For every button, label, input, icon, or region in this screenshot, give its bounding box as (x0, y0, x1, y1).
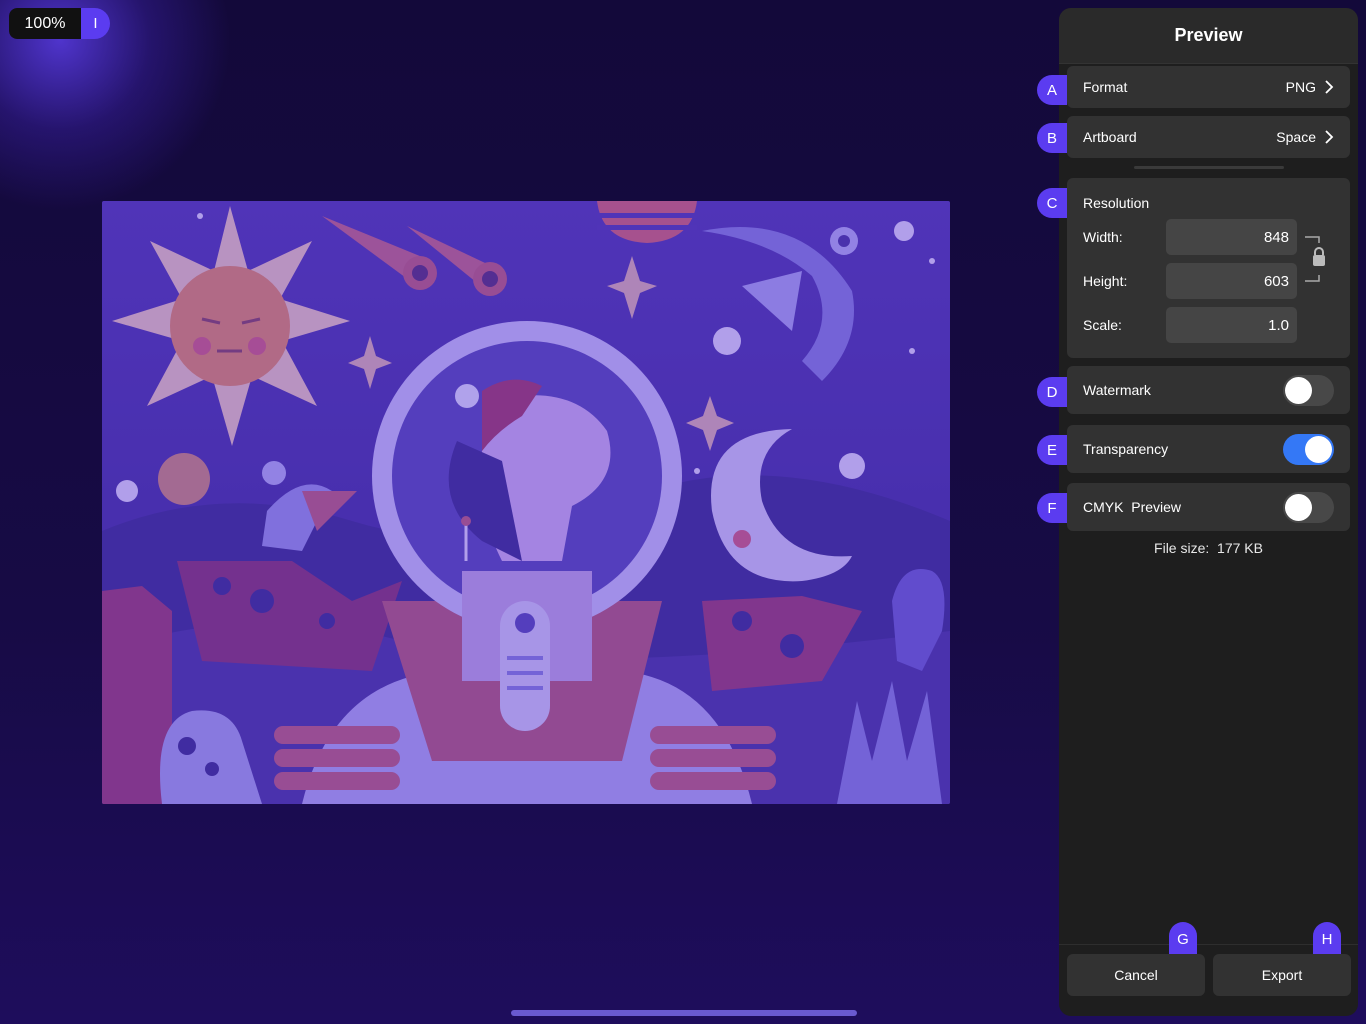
section-divider (1134, 166, 1284, 169)
transparency-row: Transparency (1067, 425, 1350, 473)
file-size-text: File size: 177 KB (1154, 540, 1263, 556)
marker-e: E (1037, 435, 1067, 465)
format-value: PNG (1285, 79, 1316, 95)
scale-label: Scale: (1083, 317, 1122, 333)
cmyk-preview-row: CMYK Preview (1067, 483, 1350, 531)
marker-b: B (1037, 123, 1067, 153)
transparency-toggle[interactable] (1283, 433, 1334, 465)
resolution-section: Resolution Width: 848 Height: 603 Scale:… (1067, 178, 1350, 358)
zoom-handle[interactable]: I (81, 8, 110, 39)
chevron-right-icon (1325, 130, 1334, 144)
panel-title: Preview (1059, 8, 1358, 64)
zoom-level[interactable]: 100% (9, 8, 81, 39)
chevron-right-icon (1325, 80, 1334, 94)
artwork-preview (102, 201, 950, 804)
preview-panel: Preview Format PNG Artboard Space Resolu… (1059, 8, 1358, 1016)
artboard-label: Artboard (1083, 129, 1137, 145)
cancel-button[interactable]: Cancel (1067, 954, 1205, 996)
marker-g: G (1169, 922, 1197, 954)
watermark-toggle[interactable] (1283, 374, 1334, 406)
watermark-row: Watermark (1067, 366, 1350, 414)
aspect-lock[interactable] (1303, 234, 1327, 284)
width-label: Width: (1083, 229, 1123, 245)
marker-a: A (1037, 75, 1067, 105)
format-row[interactable]: Format PNG (1067, 66, 1350, 108)
transparency-label: Transparency (1083, 441, 1169, 457)
marker-h: H (1313, 922, 1341, 954)
height-input[interactable]: 603 (1166, 263, 1297, 299)
artboard-value: Space (1276, 129, 1316, 145)
height-label: Height: (1083, 273, 1128, 289)
cmyk-preview-label: CMYK Preview (1083, 499, 1182, 515)
home-indicator[interactable] (511, 1010, 857, 1016)
lock-icon (1305, 236, 1325, 282)
watermark-label: Watermark (1083, 382, 1151, 398)
marker-f: F (1037, 493, 1067, 523)
format-label: Format (1083, 79, 1128, 95)
cmyk-preview-toggle[interactable] (1283, 491, 1334, 523)
zoom-control[interactable]: 100% I (9, 8, 110, 39)
scale-input[interactable]: 1.0 (1166, 307, 1297, 343)
marker-c: C (1037, 188, 1067, 218)
marker-d: D (1037, 377, 1067, 407)
toggle-knob (1285, 493, 1312, 521)
toggle-knob (1285, 376, 1312, 404)
artboard-row[interactable]: Artboard Space (1067, 116, 1350, 158)
export-button[interactable]: Export (1213, 954, 1351, 996)
resolution-title: Resolution (1083, 195, 1150, 211)
width-input[interactable]: 848 (1166, 219, 1297, 255)
toggle-knob (1305, 435, 1332, 463)
space-illustration (102, 201, 950, 804)
